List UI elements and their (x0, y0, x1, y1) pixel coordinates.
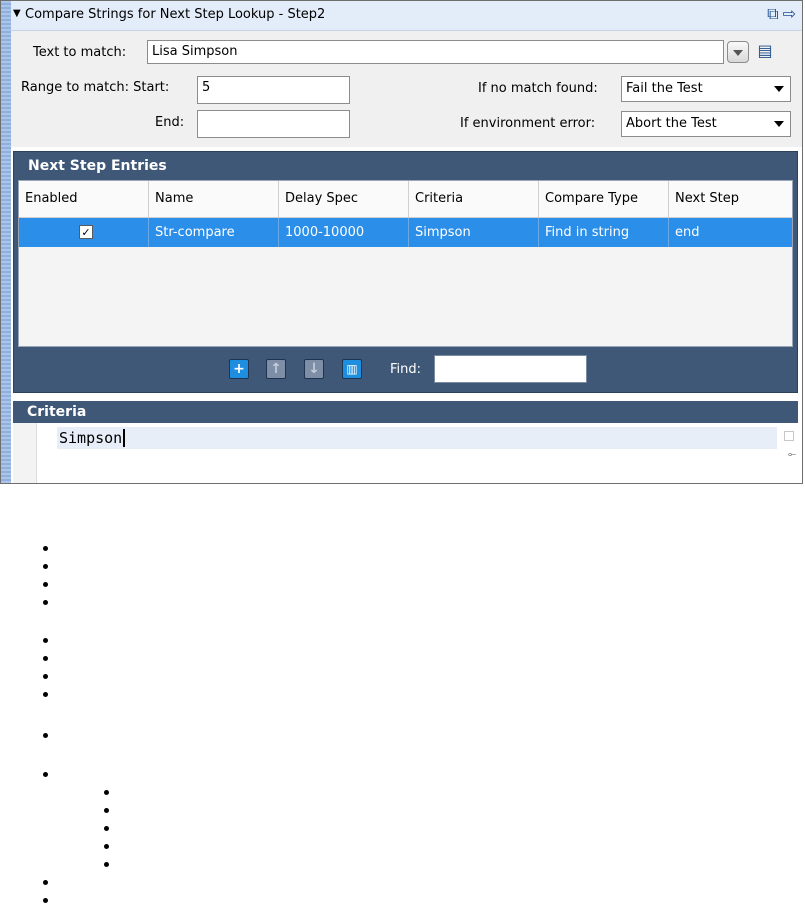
column-header-next-step[interactable]: Next Step (669, 181, 794, 217)
list-bullet (43, 898, 48, 903)
range-start-label: Range to match: Start: (21, 80, 170, 95)
text-to-match-input[interactable]: Lisa Simpson (147, 40, 724, 64)
cell-name: Str-compare (149, 218, 279, 247)
panel-edge (1, 1, 11, 483)
text-to-match-label: Text to match: (33, 45, 127, 60)
column-header-delay-spec[interactable]: Delay Spec (279, 181, 409, 217)
add-icon[interactable]: + (229, 359, 249, 379)
column-header-criteria[interactable]: Criteria (409, 181, 539, 217)
no-match-label: If no match found: (478, 81, 598, 96)
table-header: Enabled Name Delay Spec Criteria Compare… (19, 181, 792, 218)
list-bullet (104, 826, 109, 831)
list-bullet (43, 692, 48, 697)
list-bullet (104, 844, 109, 849)
delete-icon[interactable]: ▥ (342, 359, 362, 379)
step-editor-panel: ▼ Compare Strings for Next Step Lookup -… (0, 0, 803, 484)
env-error-value: Abort the Test (626, 116, 717, 131)
range-end-label: End: (155, 115, 185, 130)
criteria-text[interactable]: Simpson (59, 429, 126, 447)
criteria-title: Criteria (27, 404, 87, 420)
column-header-enabled[interactable]: Enabled (19, 181, 149, 217)
cell-delay-spec: 1000-10000 (279, 218, 409, 247)
current-line-highlight: Simpson (57, 427, 777, 449)
list-bullet (104, 790, 109, 795)
range-end-input[interactable] (197, 110, 350, 138)
step-title: Compare Strings for Next Step Lookup - S… (25, 7, 326, 22)
next-step-entries-section: Next Step Entries Enabled Name Delay Spe… (13, 151, 798, 393)
range-start-input[interactable]: 5 (197, 76, 350, 104)
cell-enabled: ✓ (19, 218, 149, 247)
move-down-icon[interactable]: ↓ (304, 359, 324, 379)
editor-split-icon[interactable]: ⟜ (788, 449, 796, 460)
env-error-label: If environment error: (460, 116, 596, 131)
list-bullet (43, 772, 48, 777)
enabled-checkbox[interactable]: ✓ (79, 225, 93, 239)
cell-next-step: end (675, 225, 700, 240)
cell-criteria: Simpson (409, 218, 539, 247)
collapse-triangle-icon[interactable]: ▼ (13, 8, 21, 19)
list-bullet (43, 582, 48, 587)
table-row[interactable]: ✓ Str-compare 1000-10000 Simpson Find in… (19, 218, 792, 247)
criteria-bar: Criteria (13, 401, 798, 423)
list-bullet (43, 656, 48, 661)
compare-settings: Text to match: Lisa Simpson ▤ Range to m… (11, 31, 802, 147)
next-step-table: Enabled Name Delay Spec Criteria Compare… (18, 180, 793, 347)
chevron-down-icon (774, 121, 784, 127)
no-match-value: Fail the Test (626, 81, 703, 96)
list-bullet (43, 564, 48, 569)
criteria-section: Criteria Simpson ⟜ (13, 401, 798, 483)
list-bullet (104, 862, 109, 867)
editor-gutter (13, 423, 37, 483)
text-dropdown-button[interactable] (727, 41, 749, 63)
env-error-select[interactable]: Abort the Test (621, 111, 791, 137)
find-input[interactable] (434, 355, 587, 383)
no-match-select[interactable]: Fail the Test (621, 76, 791, 102)
list-bullet (43, 600, 48, 605)
entries-toolbar: + ↑ ↓ ▥ Find: (18, 351, 793, 389)
arrow-right-icon[interactable]: ⇨ (783, 4, 796, 24)
next-step-entries-title: Next Step Entries (28, 158, 167, 174)
list-bullet (43, 733, 48, 738)
list-bullet (104, 808, 109, 813)
list-bullet (43, 638, 48, 643)
list-bullet (43, 674, 48, 679)
editor-marker-box (784, 431, 794, 441)
criteria-editor[interactable]: Simpson ⟜ (13, 423, 798, 483)
column-header-compare-type[interactable]: Compare Type (539, 181, 669, 217)
cell-compare-type: Find in string (539, 218, 669, 247)
find-label: Find: (390, 362, 422, 377)
list-bullet (43, 546, 48, 551)
column-header-name[interactable]: Name (149, 181, 279, 217)
step-header: ▼ Compare Strings for Next Step Lookup -… (11, 1, 802, 31)
browse-properties-icon[interactable]: ▤ (755, 41, 775, 61)
empty-bullet-list (0, 540, 805, 910)
list-bullet (43, 880, 48, 885)
window-icon[interactable]: ⧉ (767, 4, 778, 24)
move-up-icon[interactable]: ↑ (266, 359, 286, 379)
chevron-down-icon (774, 86, 784, 92)
